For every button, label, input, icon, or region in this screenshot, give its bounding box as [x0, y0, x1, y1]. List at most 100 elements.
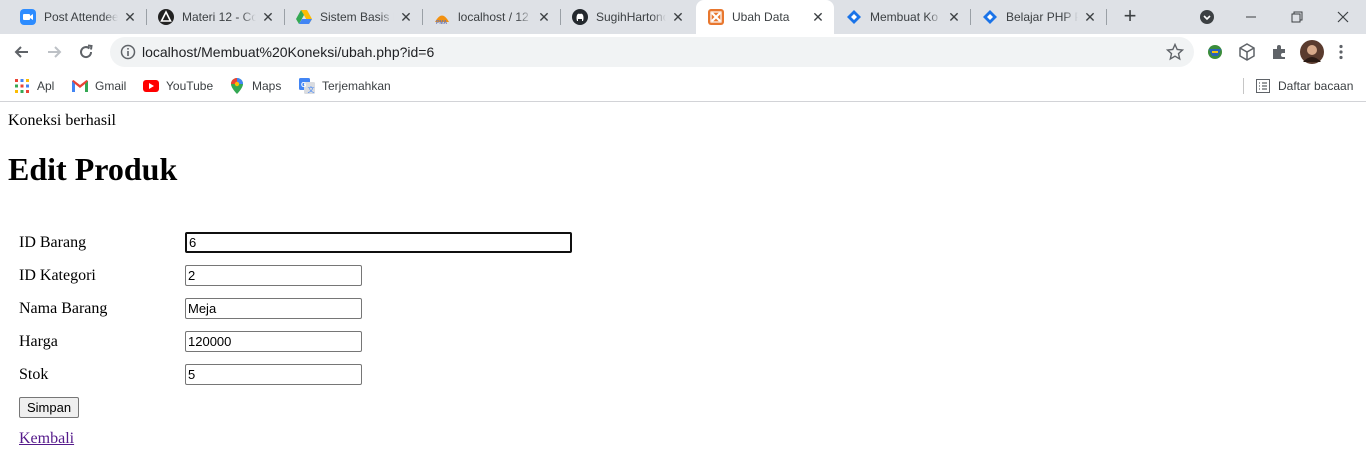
close-icon[interactable]: ✕ [1082, 9, 1098, 25]
svg-text:PMA: PMA [436, 20, 448, 25]
bookmark-youtube[interactable]: YouTube [143, 76, 213, 96]
bookmark-maps[interactable]: Maps [229, 76, 281, 96]
github-icon [572, 9, 588, 25]
maps-pin-icon [229, 78, 245, 94]
download-manager-icon [1208, 45, 1222, 59]
tab-separator [1106, 9, 1107, 25]
avatar-icon [1300, 40, 1324, 64]
xampp-icon [708, 9, 724, 25]
url-text[interactable]: localhost/Membuat%20Koneksi/ubah.php?id=… [142, 44, 434, 60]
browser-toolbar: localhost/Membuat%20Koneksi/ubah.php?id=… [0, 34, 1366, 70]
nama-barang-field[interactable] [185, 298, 362, 319]
address-bar[interactable]: localhost/Membuat%20Koneksi/ubah.php?id=… [110, 37, 1194, 67]
tab-strip: Post Attendee ✕ Materi 12 - Co ✕ Sistem … [0, 0, 1366, 34]
reading-list-icon [1255, 78, 1271, 94]
connection-status: Koneksi berhasil [8, 112, 116, 129]
tab-belajar-php[interactable]: Belajar PHP Pe ✕ [970, 0, 1106, 34]
tab-title: localhost / 12 [458, 10, 529, 24]
page-title: Edit Produk [8, 151, 178, 187]
tab-title: Ubah Data [732, 10, 790, 24]
gmail-icon [72, 78, 88, 94]
tab-localhost-pma[interactable]: PMA localhost / 12 ✕ [422, 0, 560, 34]
reading-list-button[interactable]: Daftar bacaan [1255, 76, 1353, 96]
tab-ubah-data[interactable]: Ubah Data ✕ [696, 0, 834, 34]
extensions-button[interactable] [1270, 43, 1288, 61]
form-row-id-barang: ID Barang [19, 232, 619, 254]
tab-title: Post Attendee [44, 10, 118, 24]
id-barang-field[interactable] [185, 232, 572, 253]
id-kategori-label: ID Kategori [19, 267, 96, 284]
bookmark-apps[interactable]: Apl [14, 76, 54, 96]
close-icon[interactable]: ✕ [536, 9, 552, 25]
harga-field[interactable] [185, 331, 362, 352]
close-icon[interactable]: ✕ [260, 9, 276, 25]
bookmark-label: YouTube [166, 79, 214, 93]
bookmark-label: Apl [37, 79, 55, 93]
back-button[interactable] [8, 38, 36, 66]
idm-extension[interactable] [1206, 43, 1224, 61]
form-row-id-kategori: ID Kategori [19, 265, 619, 287]
harga-label: Harga [19, 333, 58, 350]
menu-button[interactable] [1332, 43, 1350, 61]
new-tab-button[interactable]: + [1118, 5, 1142, 29]
star-icon[interactable] [1166, 43, 1184, 61]
bookmark-gmail[interactable]: Gmail [72, 76, 126, 96]
page-content: Koneksi berhasil Edit Produk ID Barang I… [0, 103, 1366, 460]
close-icon[interactable]: ✕ [122, 9, 138, 25]
tab-membuat-koneksi[interactable]: Membuat Ko ✕ [834, 0, 970, 34]
reload-button[interactable] [72, 38, 100, 66]
tab-github[interactable]: SugihHartono ✕ [560, 0, 694, 34]
code-diamond-icon [846, 9, 862, 25]
id-barang-label: ID Barang [19, 234, 87, 251]
apps-grid-icon [14, 78, 30, 94]
id-kategori-field[interactable] [185, 265, 362, 286]
minimize-button[interactable] [1228, 0, 1274, 34]
tab-title: Belajar PHP Pe [1006, 10, 1078, 24]
phpmyadmin-icon: PMA [434, 9, 450, 25]
restore-button[interactable] [1274, 0, 1320, 34]
restore-icon [1291, 11, 1303, 23]
back-link[interactable]: Kembali [19, 430, 74, 448]
bookmark-label: Terjemahkan [322, 79, 391, 93]
cube-icon [1239, 43, 1255, 61]
stok-label: Stok [19, 366, 49, 383]
info-icon[interactable] [120, 44, 136, 60]
reload-icon [80, 44, 93, 59]
translate-icon: G文 [299, 78, 315, 94]
save-button[interactable]: Simpan [19, 397, 80, 418]
tab-title: Membuat Ko [870, 10, 939, 24]
tab-search-button[interactable] [1184, 0, 1230, 34]
tab-sistem-basis-data[interactable]: Sistem Basis D ✕ [284, 0, 422, 34]
google-drive-icon [296, 9, 312, 25]
cube-extension[interactable] [1238, 43, 1256, 61]
tab-post-attendee[interactable]: Post Attendee ✕ [8, 0, 146, 34]
form-row-harga: Harga [19, 331, 619, 353]
tab-title: Sistem Basis D [320, 10, 394, 24]
puzzle-icon [1273, 45, 1285, 59]
forward-button[interactable] [40, 38, 68, 66]
tab-materi[interactable]: Materi 12 - Co ✕ [146, 0, 284, 34]
close-icon[interactable]: ✕ [810, 9, 826, 25]
close-icon[interactable]: ✕ [670, 9, 686, 25]
bookmark-translate[interactable]: G文 Terjemahkan [299, 76, 391, 96]
svg-text:文: 文 [308, 85, 315, 94]
tab-title: SugihHartono [596, 10, 666, 24]
bookmark-label: Maps [252, 79, 282, 93]
arrow-right-icon [48, 46, 62, 58]
svg-text:G: G [301, 82, 307, 89]
arrow-left-icon [14, 46, 28, 58]
form-row-nama-barang: Nama Barang [19, 298, 619, 320]
stok-field[interactable] [185, 364, 362, 385]
reading-list-label: Daftar bacaan [1278, 79, 1354, 93]
close-icon[interactable]: ✕ [946, 9, 962, 25]
bookmarks-bar: Apl Gmail YouTube Maps G文 Terjemahkan Da… [0, 70, 1366, 102]
code-diamond-icon [982, 9, 998, 25]
bookmarks-separator [1243, 78, 1244, 94]
triangle-app-icon [158, 9, 174, 25]
kebab-menu-icon [1339, 44, 1343, 60]
close-window-button[interactable] [1320, 0, 1366, 34]
form-row-stok: Stok [19, 364, 619, 386]
close-icon[interactable]: ✕ [398, 9, 414, 25]
profile-avatar[interactable] [1300, 40, 1324, 64]
minimize-icon [1246, 16, 1256, 18]
